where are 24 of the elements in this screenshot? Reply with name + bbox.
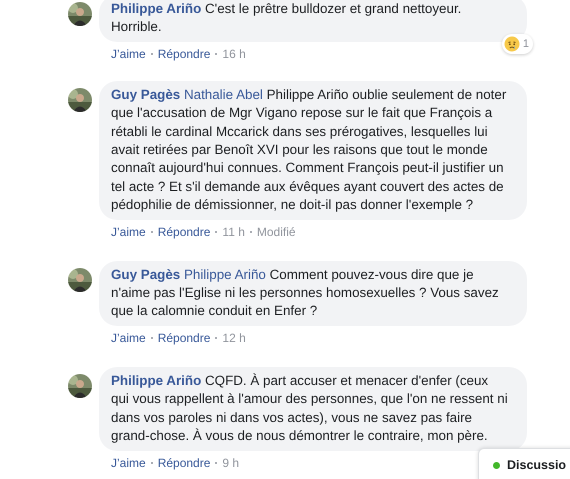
chat-tab[interactable]: Discussio <box>478 448 570 479</box>
mention-link[interactable]: Nathalie Abel <box>184 86 263 102</box>
like-link[interactable]: J’aime <box>111 46 146 61</box>
author-link[interactable]: Philippe Ariño <box>111 1 202 16</box>
sad-face-icon <box>504 36 520 52</box>
author-link[interactable]: Philippe Ariño <box>111 372 202 388</box>
comment-text: Guy Pagès Philippe Ariño Comment pouvez-vous dire que je n'aime pas l'Eglise ni les personnes homosexuelles ? Vous savez que la calomnie conduit en Enfer ? <box>111 266 500 320</box>
comment-text: Guy Pagès Nathalie Abel Philippe Ariño oublie seulement de noter que l'accusation de Mgr Vigano repose sur le fait que François a rétabli le cardinal Mccarick dans ses prérogatives, lesquelles lui avait retirées par Benoît XVI pour les raisons que tout le monde connaît aujourd'hui connues. Comment François peut-il justifier un tel acte ? Et s'il demande aux évêques ayant couvert des actes de pédophilie de démissionner, ne doit-il pas donner l'exemple ? <box>111 86 508 214</box>
mention-link[interactable]: Philippe Ariño <box>184 266 266 282</box>
comment-time: 9 h <box>222 456 240 470</box>
author-link[interactable]: Guy Pagès <box>111 266 180 282</box>
like-link[interactable]: J’aime <box>111 456 146 470</box>
comment-text: Philippe Ariño CQFD. À part accuser et menacer d'enfer (ceux qui vous rappellent à l'amour des personnes, que l'on ne ressent ni dans vos paroles ni dans vos actes), vous ne savez pas faire grand-chose. À vous de nous démontrer le contraire, mon père. <box>111 372 509 446</box>
author-link[interactable]: Guy Pagès <box>111 86 180 102</box>
comment-time: 11 h <box>222 224 245 239</box>
comment-text: Philippe Ariño C'est le prêtre bulldozer et grand nettoyeur. Horrible. <box>111 0 462 36</box>
like-link[interactable]: J’aime <box>111 330 146 345</box>
reply-link[interactable]: Répondre <box>158 456 210 470</box>
comment-time: 16 h <box>222 46 246 61</box>
reply-link[interactable]: Répondre <box>158 46 210 61</box>
like-link[interactable]: J’aime <box>111 224 146 239</box>
reply-link[interactable]: Répondre <box>158 330 210 345</box>
reply-link[interactable]: Répondre <box>158 224 210 239</box>
comment-time: 12 h <box>222 330 246 345</box>
